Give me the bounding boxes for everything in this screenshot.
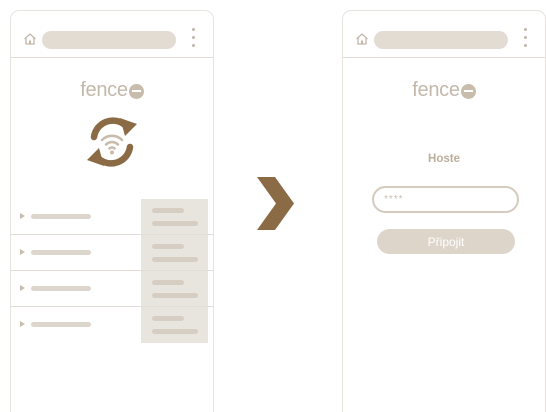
list-item-detail-panel	[141, 199, 208, 234]
chevron-right-icon	[257, 177, 294, 230]
caret-right-icon[interactable]	[20, 285, 25, 291]
caret-right-icon[interactable]	[20, 213, 25, 219]
detail-line-placeholder	[152, 316, 184, 321]
connect-button[interactable]: Připojit	[377, 229, 515, 254]
password-input[interactable]	[372, 186, 519, 213]
browser-toolbar	[343, 11, 545, 58]
list-item-label-placeholder	[31, 286, 91, 291]
detail-line-placeholder	[152, 208, 184, 213]
list-item-label-placeholder	[31, 322, 91, 327]
detail-line-placeholder	[152, 244, 184, 249]
url-bar[interactable]	[374, 31, 508, 49]
list-item[interactable]	[11, 271, 213, 307]
list-item-detail-panel	[141, 235, 208, 270]
home-icon[interactable]	[22, 31, 38, 47]
wifi-sync-icon	[87, 117, 137, 167]
caret-right-icon[interactable]	[20, 249, 25, 255]
detail-line-placeholder	[152, 293, 198, 298]
browser-toolbar	[11, 11, 213, 58]
list-item[interactable]	[11, 199, 213, 235]
phone-frame-right: fence Hoste Připojit	[342, 10, 546, 412]
detail-line-placeholder	[152, 329, 198, 334]
list-item-label-placeholder	[31, 214, 91, 219]
device-list	[11, 199, 213, 343]
url-bar[interactable]	[42, 31, 176, 49]
list-item-detail-panel	[141, 271, 208, 306]
logo-mark-icon	[460, 84, 476, 100]
detail-line-placeholder	[152, 280, 184, 285]
list-item-label-placeholder	[31, 250, 91, 255]
fence-logo: fence	[343, 79, 545, 102]
detail-line-placeholder	[152, 257, 198, 262]
detail-line-placeholder	[152, 221, 198, 226]
fence-logo: fence	[11, 79, 213, 102]
login-title: Hoste	[428, 153, 460, 165]
list-item[interactable]	[11, 235, 213, 271]
phone-frame-left: fence	[10, 10, 214, 412]
list-item-detail-panel	[141, 307, 208, 343]
logo-mark-icon	[128, 84, 144, 100]
more-vertical-icon[interactable]	[192, 28, 196, 48]
caret-right-icon[interactable]	[20, 321, 25, 327]
list-item[interactable]	[11, 307, 213, 343]
more-vertical-icon[interactable]	[524, 28, 528, 48]
home-icon[interactable]	[354, 31, 370, 47]
